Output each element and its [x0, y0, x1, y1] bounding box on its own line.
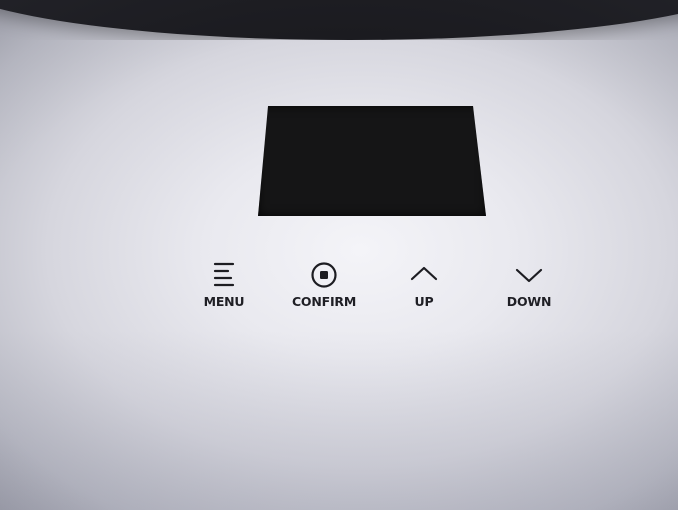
- surface-shading: [0, 0, 678, 510]
- down-label: DOWN: [506, 294, 552, 309]
- chevron-up-icon: [406, 258, 442, 292]
- chevron-down-icon: [511, 258, 547, 292]
- confirm-button[interactable]: CONFIRM: [284, 258, 364, 309]
- confirm-label: CONFIRM: [291, 294, 357, 309]
- menu-label: MENU: [203, 294, 245, 309]
- lcd-display-screen: [258, 106, 486, 216]
- device-control-panel: MENU CONFIRM UP DOWN: [0, 0, 678, 510]
- up-label: UP: [414, 294, 434, 309]
- hamburger-menu-icon: [209, 258, 239, 292]
- down-button[interactable]: DOWN: [496, 258, 562, 309]
- circle-dot-icon: [308, 258, 340, 292]
- up-button[interactable]: UP: [397, 258, 451, 309]
- menu-button[interactable]: MENU: [196, 258, 252, 309]
